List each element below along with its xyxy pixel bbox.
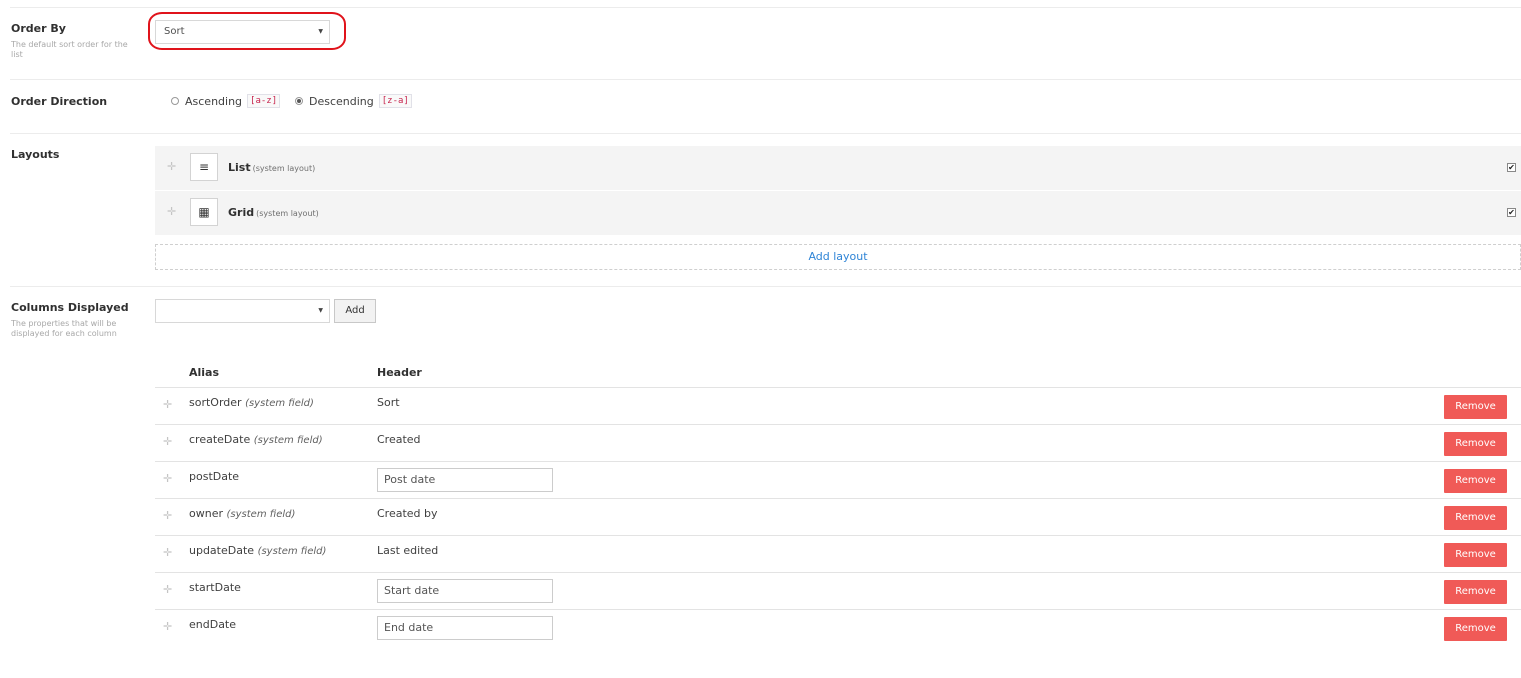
drag-handle-icon[interactable]: ✛: [163, 509, 172, 522]
columns-displayed-description: The properties that will be displayed fo…: [11, 319, 117, 338]
radio-descending-label: Descending: [309, 94, 374, 108]
remove-button[interactable]: Remove: [1444, 543, 1507, 567]
column-header-alias: Alias: [189, 366, 220, 379]
layout-item-list: ✛ ≡ List (system layout) ✔: [155, 146, 1521, 190]
table-row: ✛ endDate End date Remove: [155, 609, 1521, 646]
table-row: ✛ owner (system field) Created by Remove: [155, 498, 1521, 535]
divider: [10, 286, 1521, 287]
divider: [10, 133, 1521, 134]
remove-button[interactable]: Remove: [1444, 469, 1507, 493]
table-row: ✛ postDate Post date Remove: [155, 461, 1521, 498]
drag-handle-icon[interactable]: ✛: [163, 398, 172, 411]
drag-handle-icon[interactable]: ✛: [167, 160, 176, 173]
drag-handle-icon[interactable]: ✛: [163, 472, 172, 485]
remove-button[interactable]: Remove: [1444, 432, 1507, 456]
drag-handle-icon[interactable]: ✛: [163, 435, 172, 448]
row-alias: postDate: [189, 470, 240, 483]
layout-name: Grid: [228, 206, 255, 219]
table-row: ✛ sortOrder (system field) Sort Remove: [155, 387, 1521, 424]
row-alias: createDate: [189, 433, 251, 446]
layout-checkbox[interactable]: ✔: [1507, 163, 1516, 172]
row-header-text: Sort: [377, 396, 400, 409]
remove-button[interactable]: Remove: [1444, 506, 1507, 530]
column-header-header: Header: [377, 366, 422, 379]
columns-displayed-label: Columns Displayed: [11, 301, 129, 314]
row-header-text: Last edited: [377, 544, 439, 557]
table-row: ✛ startDate Start date Remove: [155, 572, 1521, 609]
radio-descending[interactable]: Descending [z-a]: [295, 94, 412, 108]
divider: [10, 79, 1521, 80]
grid-icon: ▦: [190, 198, 218, 226]
layout-checkbox[interactable]: ✔: [1507, 208, 1516, 217]
header-input[interactable]: End date: [377, 616, 553, 640]
descending-code: [z-a]: [378, 94, 412, 108]
chevron-down-icon: ▼: [318, 307, 323, 314]
remove-button[interactable]: Remove: [1444, 617, 1507, 641]
highlight-annotation: [148, 12, 346, 50]
drag-handle-icon[interactable]: ✛: [163, 583, 172, 596]
remove-button[interactable]: Remove: [1444, 580, 1507, 604]
system-field-tag: (system field): [245, 398, 314, 409]
table-row: ✛ updateDate (system field) Last edited …: [155, 535, 1521, 572]
add-layout-link[interactable]: Add layout: [155, 244, 1521, 270]
radio-checked-icon: [295, 97, 303, 105]
layout-item-grid: ✛ ▦ Grid (system layout) ✔: [155, 191, 1521, 235]
row-alias: updateDate: [189, 544, 255, 557]
table-row: ✛ createDate (system field) Created Remo…: [155, 424, 1521, 461]
layout-sub: (system layout): [256, 209, 319, 218]
radio-ascending[interactable]: Ascending [a-z]: [171, 94, 281, 108]
layout-sub: (system layout): [252, 164, 316, 173]
row-alias: startDate: [189, 581, 241, 594]
order-by-label: Order By: [11, 22, 66, 35]
system-field-tag: (system field): [253, 435, 323, 446]
divider: [10, 7, 1521, 8]
drag-handle-icon[interactable]: ✛: [167, 205, 176, 218]
header-input[interactable]: Post date: [377, 468, 553, 492]
system-field-tag: (system field): [226, 509, 296, 520]
add-column-button[interactable]: Add: [334, 299, 376, 323]
layout-name: List: [228, 161, 251, 174]
row-alias: endDate: [189, 618, 237, 631]
radio-unchecked-icon: [171, 97, 179, 105]
row-header-text: Created by: [377, 507, 438, 520]
radio-ascending-label: Ascending: [185, 94, 243, 108]
row-alias: sortOrder: [189, 396, 242, 409]
drag-handle-icon[interactable]: ✛: [163, 620, 172, 633]
order-by-description: The default sort order for the list: [11, 40, 128, 59]
system-field-tag: (system field): [257, 546, 327, 557]
remove-button[interactable]: Remove: [1444, 395, 1507, 419]
ascending-code: [a-z]: [247, 94, 281, 108]
list-icon: ≡: [190, 153, 218, 181]
drag-handle-icon[interactable]: ✛: [163, 546, 172, 559]
order-direction-label: Order Direction: [11, 95, 108, 108]
column-property-select[interactable]: ▼: [155, 299, 330, 323]
row-alias: owner: [189, 507, 223, 520]
header-input[interactable]: Start date: [377, 579, 553, 603]
layouts-label: Layouts: [11, 148, 60, 161]
row-header-text: Created: [377, 433, 421, 446]
